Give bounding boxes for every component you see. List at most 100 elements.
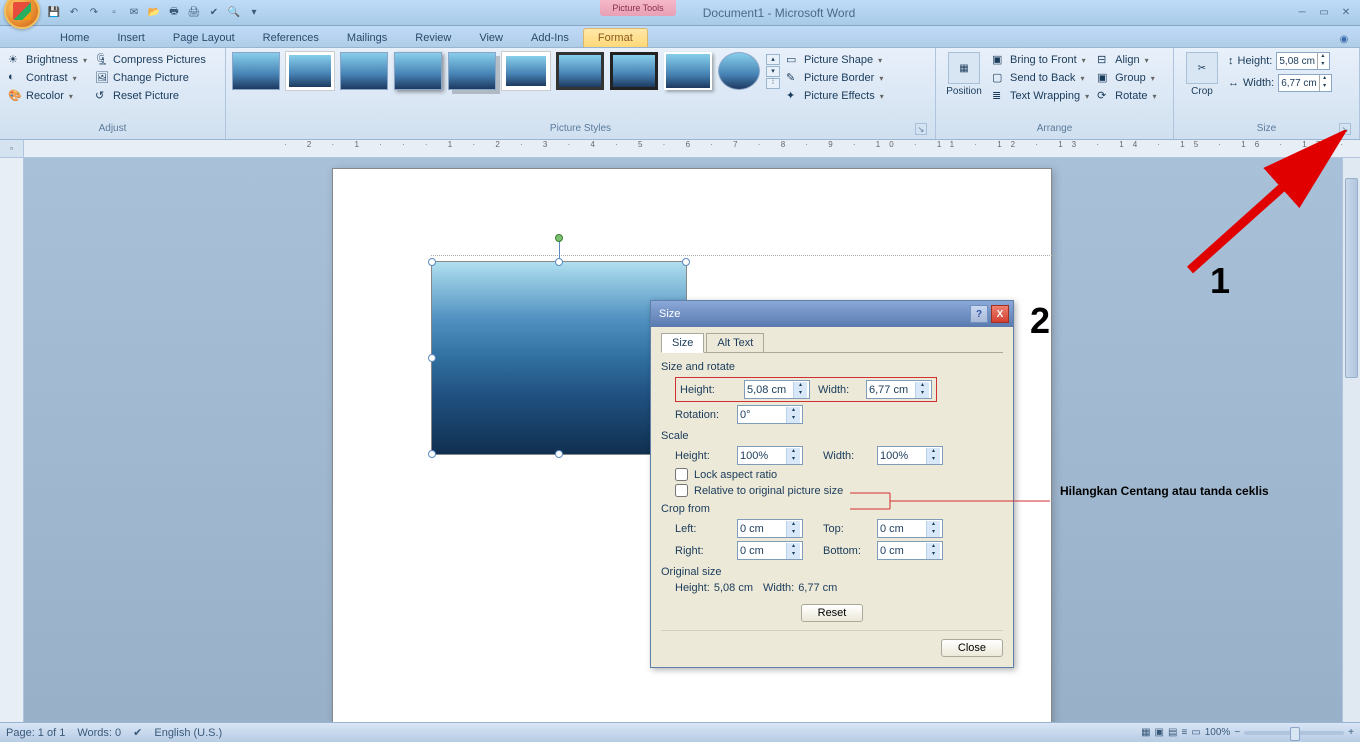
style-thumb[interactable] bbox=[394, 52, 442, 90]
resize-handle[interactable] bbox=[555, 258, 563, 266]
status-words[interactable]: Words: 0 bbox=[77, 727, 121, 739]
change-picture-button[interactable]: 🖼Change Picture bbox=[93, 70, 208, 86]
tab-addins[interactable]: Add-Ins bbox=[517, 29, 583, 47]
dlg-crop-top[interactable]: 0 cm▴▾ bbox=[877, 519, 943, 538]
dlg-crop-left[interactable]: 0 cm▴▾ bbox=[737, 519, 803, 538]
office-button[interactable] bbox=[4, 0, 40, 29]
view-outline-icon[interactable]: ≡ bbox=[1181, 727, 1187, 738]
tab-mailings[interactable]: Mailings bbox=[333, 29, 401, 47]
lock-aspect-checkbox[interactable] bbox=[675, 468, 688, 481]
view-print-layout-icon[interactable]: ▦ bbox=[1141, 727, 1150, 738]
width-icon: ↔ bbox=[1228, 77, 1239, 89]
tab-format[interactable]: Format bbox=[583, 28, 648, 47]
zoom-level[interactable]: 100% bbox=[1205, 727, 1231, 738]
style-thumb[interactable] bbox=[502, 52, 550, 90]
view-web-icon[interactable]: ▤ bbox=[1168, 727, 1177, 738]
picture-border-button[interactable]: ✎Picture Border▾ bbox=[784, 70, 886, 86]
width-input[interactable]: 6,77 cm▴▾ bbox=[1278, 74, 1332, 92]
style-thumb[interactable] bbox=[610, 52, 658, 90]
tab-references[interactable]: References bbox=[249, 29, 333, 47]
dialog-close-x[interactable]: X bbox=[991, 305, 1009, 323]
tab-page-layout[interactable]: Page Layout bbox=[159, 29, 249, 47]
style-thumb[interactable] bbox=[664, 52, 712, 90]
style-thumb[interactable] bbox=[286, 52, 334, 90]
styles-launcher[interactable]: ↘ bbox=[915, 123, 927, 135]
compress-button[interactable]: 🗜Compress Pictures bbox=[93, 52, 208, 68]
wrap-icon: ≣ bbox=[992, 89, 1006, 103]
dlg-width-input[interactable]: 6,77 cm▴▾ bbox=[866, 380, 932, 399]
style-thumb[interactable] bbox=[448, 52, 496, 90]
reset-button[interactable]: Reset bbox=[801, 604, 864, 622]
gallery-scroll[interactable]: ▴▾⁞ bbox=[766, 54, 780, 89]
dlg-scale-h-input[interactable]: 100%▴▾ bbox=[737, 446, 803, 465]
text-cursor-line bbox=[431, 255, 1056, 256]
zoom-out-button[interactable]: − bbox=[1234, 727, 1240, 738]
email-icon[interactable]: ✉ bbox=[126, 5, 142, 21]
zoom-in-button[interactable]: + bbox=[1348, 727, 1354, 738]
view-draft-icon[interactable]: ▭ bbox=[1191, 727, 1200, 738]
print-icon[interactable]: 🖨 bbox=[186, 5, 202, 21]
undo-icon[interactable]: ↶ bbox=[66, 5, 82, 21]
resize-handle[interactable] bbox=[682, 258, 690, 266]
picture-shape-button[interactable]: ▭Picture Shape▾ bbox=[784, 52, 886, 68]
picture-effects-button[interactable]: ✦Picture Effects▾ bbox=[784, 88, 886, 104]
spell-icon[interactable]: ✔ bbox=[206, 5, 222, 21]
dialog-tab-size[interactable]: Size bbox=[661, 333, 704, 353]
tab-view[interactable]: View bbox=[465, 29, 517, 47]
style-thumb[interactable] bbox=[232, 52, 280, 90]
dialog-titlebar[interactable]: Size ? X bbox=[651, 301, 1013, 327]
new-icon[interactable]: ▫ bbox=[106, 5, 122, 21]
close-button[interactable]: Close bbox=[941, 639, 1003, 657]
resize-handle[interactable] bbox=[555, 450, 563, 458]
bring-front-button[interactable]: ▣Bring to Front▾ bbox=[990, 52, 1091, 68]
dlg-height-input[interactable]: 5,08 cm▴▾ bbox=[744, 380, 810, 399]
dlg-crop-right[interactable]: 0 cm▴▾ bbox=[737, 541, 803, 560]
dlg-rotation-input[interactable]: 0°▴▾ bbox=[737, 405, 803, 424]
text-wrap-button[interactable]: ≣Text Wrapping▾ bbox=[990, 88, 1091, 104]
dialog-help-button[interactable]: ? bbox=[970, 305, 988, 323]
tab-review[interactable]: Review bbox=[401, 29, 465, 47]
proof-icon[interactable]: ✔ bbox=[133, 726, 142, 739]
selected-image[interactable] bbox=[431, 261, 687, 455]
open-icon[interactable]: 📂 bbox=[146, 5, 162, 21]
style-thumb[interactable] bbox=[340, 52, 388, 90]
dlg-scale-w-input[interactable]: 100%▴▾ bbox=[877, 446, 943, 465]
ruler-corner[interactable]: ▫ bbox=[0, 140, 24, 157]
save-icon[interactable]: 💾 bbox=[46, 5, 62, 21]
relative-original-checkbox[interactable] bbox=[675, 484, 688, 497]
rotate-button[interactable]: ⟳Rotate▾ bbox=[1095, 88, 1158, 104]
minimize-button[interactable]: ─ bbox=[1296, 7, 1308, 19]
resize-handle[interactable] bbox=[428, 450, 436, 458]
height-input[interactable]: 5,08 cm▴▾ bbox=[1276, 52, 1330, 70]
tab-home[interactable]: Home bbox=[46, 29, 103, 47]
status-language[interactable]: English (U.S.) bbox=[154, 727, 222, 739]
resize-handle[interactable] bbox=[428, 354, 436, 362]
rotate-handle[interactable] bbox=[555, 234, 563, 242]
dialog-tab-alttext[interactable]: Alt Text bbox=[706, 333, 764, 353]
redo-icon[interactable]: ↷ bbox=[86, 5, 102, 21]
crop-button[interactable]: ✂Crop bbox=[1180, 52, 1224, 97]
style-thumb[interactable] bbox=[718, 52, 760, 90]
close-button[interactable]: ✕ bbox=[1340, 7, 1352, 19]
zoom-slider[interactable] bbox=[1244, 731, 1344, 735]
picture-styles-gallery: ▴▾⁞ bbox=[232, 52, 780, 90]
view-fullscreen-icon[interactable]: ▣ bbox=[1155, 727, 1164, 738]
send-back-button[interactable]: ▢Send to Back▾ bbox=[990, 70, 1091, 86]
reset-picture-button[interactable]: ↺Reset Picture bbox=[93, 88, 208, 104]
align-button[interactable]: ⊟Align▾ bbox=[1095, 52, 1158, 68]
quickprint-icon[interactable]: 🖶 bbox=[166, 5, 182, 21]
style-thumb[interactable] bbox=[556, 52, 604, 90]
resize-handle[interactable] bbox=[428, 258, 436, 266]
position-button[interactable]: ▦Position bbox=[942, 52, 986, 97]
help-icon[interactable]: ◉ bbox=[1336, 31, 1352, 47]
dlg-crop-bottom[interactable]: 0 cm▴▾ bbox=[877, 541, 943, 560]
more-icon[interactable]: ▾ bbox=[246, 5, 262, 21]
contrast-button[interactable]: ◐Contrast▾ bbox=[6, 70, 89, 86]
recolor-button[interactable]: 🎨Recolor▾ bbox=[6, 88, 89, 104]
group-button[interactable]: ▣Group▾ bbox=[1095, 70, 1158, 86]
maximize-button[interactable]: ▭ bbox=[1318, 7, 1330, 19]
status-page[interactable]: Page: 1 of 1 bbox=[6, 727, 65, 739]
preview-icon[interactable]: 🔍 bbox=[226, 5, 242, 21]
tab-insert[interactable]: Insert bbox=[103, 29, 159, 47]
brightness-button[interactable]: ☀Brightness▾ bbox=[6, 52, 89, 68]
